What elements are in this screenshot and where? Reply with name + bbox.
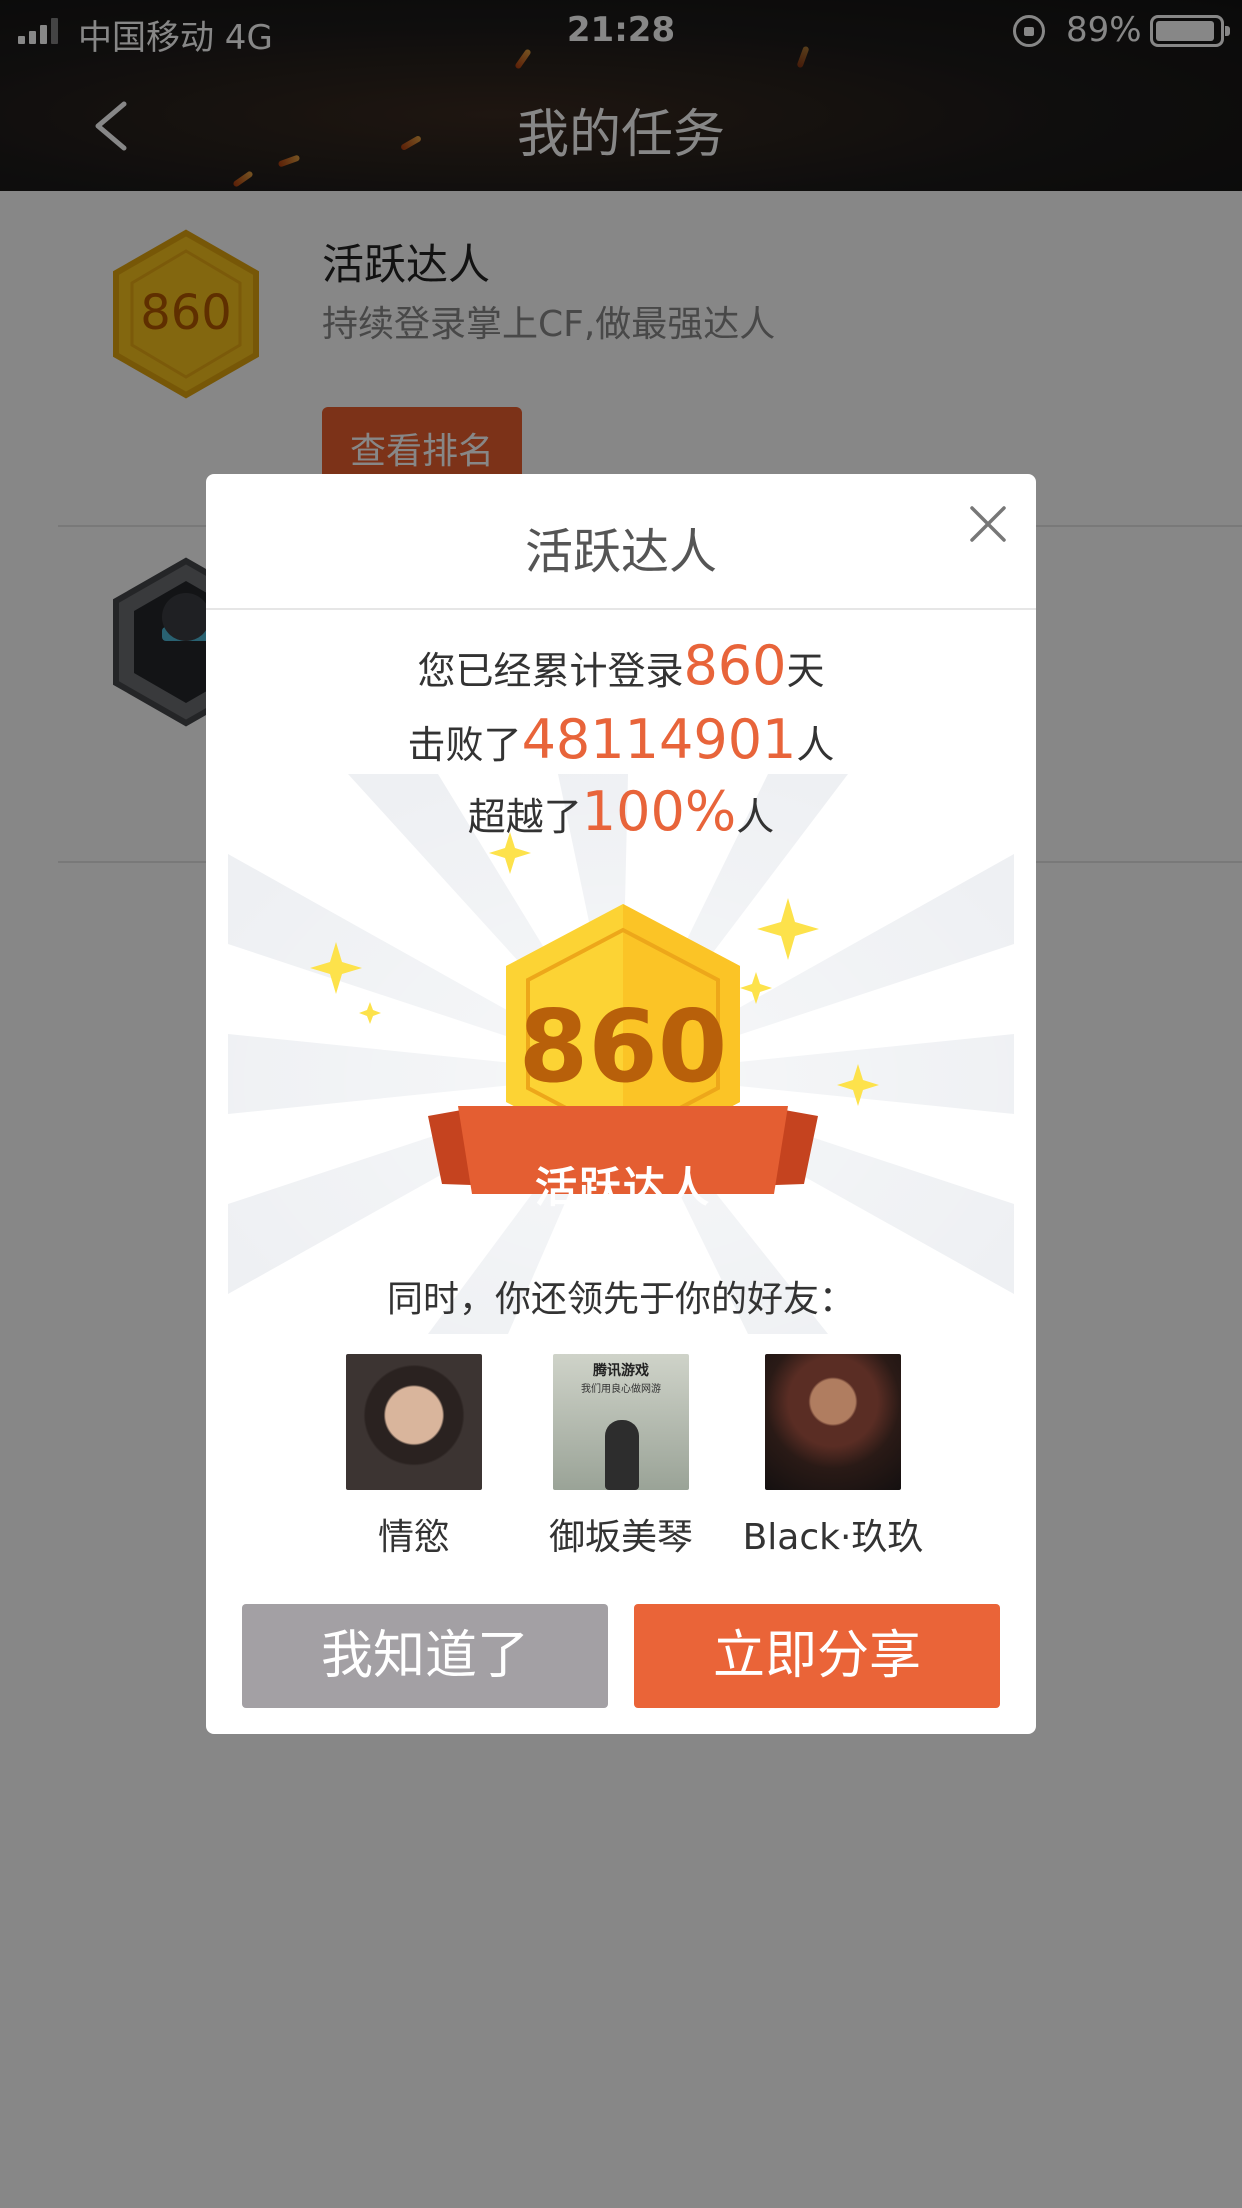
achievement-badge-value: 860 (518, 988, 728, 1105)
friend-item[interactable]: 情慾 (314, 1354, 514, 1560)
share-now-button[interactable]: 立即分享 (634, 1604, 1000, 1708)
achievement-badge-label: 活跃达人 (534, 1163, 711, 1212)
defeated-value: 48114901 (521, 708, 797, 771)
avatar (765, 1354, 901, 1490)
friend-name: 御坂美琴 (548, 1517, 693, 1558)
avatar-subcaption: 我们用良心做网游 (581, 1384, 661, 1395)
friend-item[interactable]: 腾讯游戏 我们用良心做网游 御坂美琴 (521, 1354, 721, 1560)
friends-title: 同时，你还领先于你的好友： (386, 1279, 855, 1320)
stat-login-days: 您已经累计登录860天 (417, 634, 825, 697)
avatar: 腾讯游戏 我们用良心做网游 (553, 1354, 689, 1490)
friend-item[interactable]: Black·玖玖 (733, 1354, 933, 1560)
login-days-value: 860 (683, 634, 787, 697)
friend-name: 情慾 (377, 1517, 450, 1558)
friend-name: Black·玖玖 (742, 1517, 924, 1558)
stat-defeated: 击败了48114901人 (407, 708, 835, 771)
avatar-caption: 腾讯游戏 (593, 1363, 649, 1379)
got-it-button[interactable]: 我知道了 (242, 1604, 608, 1708)
modal-header: 活跃达人 (206, 474, 1036, 610)
achievement-badge: 860 活跃达人 (428, 896, 818, 1236)
stat-surpassed: 超越了100%人 (467, 780, 775, 843)
achievement-modal: 活跃达人 您已经累计登录860天 击败了48114901人 超越了100%人 8… (206, 474, 1036, 1734)
close-icon[interactable] (966, 502, 1010, 546)
avatar (346, 1354, 482, 1490)
modal-title: 活跃达人 (524, 524, 717, 580)
surpassed-value: 100% (581, 780, 737, 843)
